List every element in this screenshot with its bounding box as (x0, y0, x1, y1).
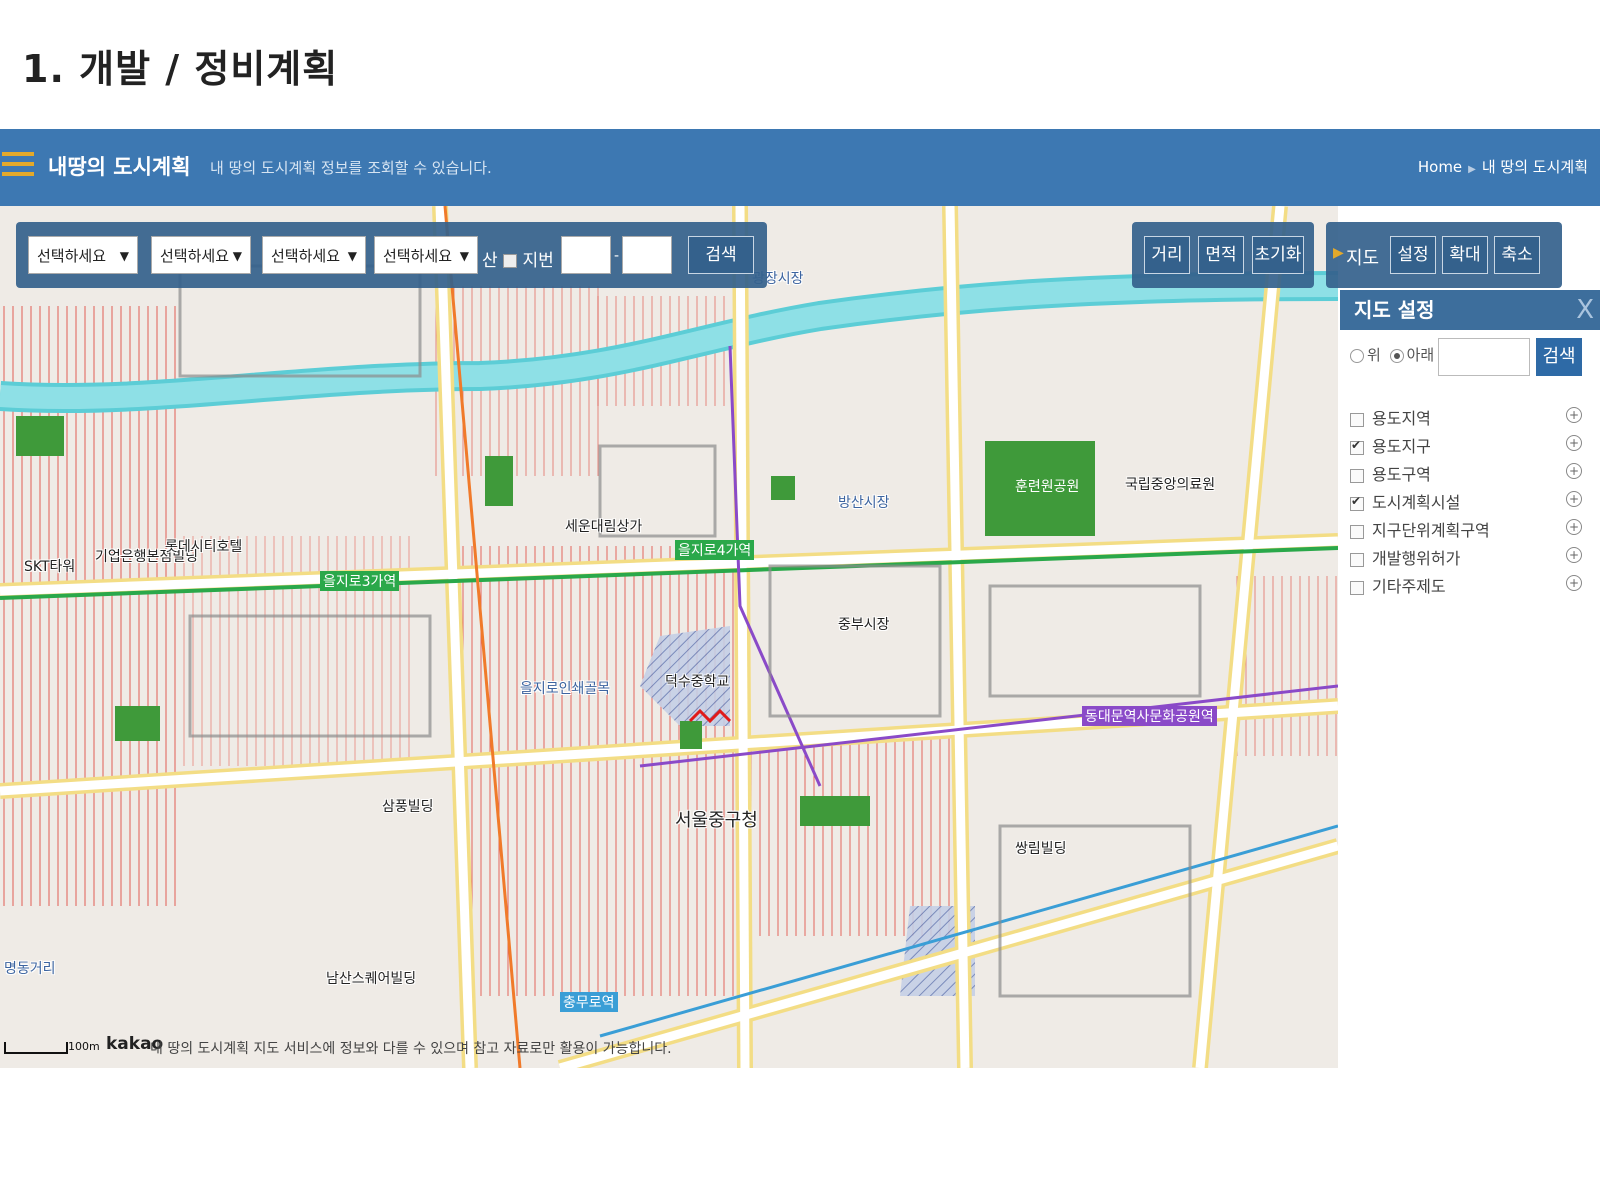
map-label: 서울중구청 (675, 810, 758, 831)
close-icon[interactable]: X (1576, 290, 1594, 330)
slide-title: 1. 개발 / 정비계획 (22, 47, 339, 91)
caret-down-icon: ▼ (119, 249, 129, 263)
map-label: 세운대림상가 (565, 519, 643, 535)
plus-icon[interactable]: + (1566, 519, 1582, 535)
position-radio-group: 위 아래 (1350, 344, 1434, 365)
layer-checkbox[interactable] (1350, 580, 1364, 595)
map-graphics (0, 206, 1338, 1068)
app-header: 내땅의 도시계획 내 땅의 도시계획 정보를 조회할 수 있습니다. Home ▶… (0, 129, 1600, 206)
panel-search-input[interactable] (1438, 338, 1530, 376)
mountain-checkbox[interactable] (503, 254, 518, 268)
settings-button[interactable]: 설정 (1390, 236, 1436, 274)
panel-title: 지도 설정 (1354, 298, 1435, 322)
breadcrumb: Home ▶ 내 땅의 도시계획 (1418, 156, 1588, 177)
breadcrumb-home[interactable]: Home (1418, 158, 1462, 176)
mountain-label: 산 (482, 251, 498, 271)
map-label: 을지로4가역 (675, 540, 755, 560)
map-disclaimer: 내 땅의 도시계획 지도 서비스에 정보와 다를 수 있으며 참고 자료로만 활… (150, 1041, 672, 1057)
layer-item[interactable]: 개발행위허가 + (1350, 545, 1582, 568)
caret-down-icon: ▼ (232, 249, 242, 263)
chevron-right-icon: ▶ (1468, 164, 1476, 175)
layer-item[interactable]: 용도구역 + (1350, 461, 1582, 484)
caret-down-icon: ▼ (459, 249, 469, 263)
layer-item[interactable]: 지구단위계획구역 + (1350, 517, 1582, 540)
address-search-toolbar: 선택하세요 ▼ 선택하세요 ▼ 선택하세요 ▼ 선택하세요 ▼ 산 지번 - 검색 (16, 222, 767, 288)
lot-sub-input[interactable] (622, 236, 672, 274)
map-canvas[interactable]: 세운대림상가 을지로3가역 을지로4가역 서울중구청 덕수중학교 중부시장 방산… (0, 206, 1338, 1068)
zoom-out-button[interactable]: 축소 (1494, 236, 1540, 274)
distance-button[interactable]: 거리 (1144, 236, 1190, 274)
plus-icon[interactable]: + (1566, 463, 1582, 479)
reset-button[interactable]: 초기화 (1252, 236, 1304, 274)
layer-checkbox[interactable] (1350, 524, 1364, 539)
radio-below-label: 아래 (1406, 346, 1435, 364)
map-label: 덕수중학교 (665, 674, 730, 690)
scale-bar (4, 1042, 68, 1054)
plus-icon[interactable]: + (1566, 575, 1582, 591)
zoom-in-button[interactable]: 확대 (1442, 236, 1488, 274)
measure-toolbar: 거리 면적 초기화 (1132, 222, 1314, 288)
map-label: 방산시장 (838, 495, 890, 511)
map-label: 쌍림빌딩 (1015, 841, 1067, 857)
map-label: 을지로3가역 (320, 571, 400, 591)
plus-icon[interactable]: + (1566, 547, 1582, 563)
layer-item[interactable]: 기타주제도 + (1350, 573, 1582, 596)
map-label: SKT타워 (24, 559, 76, 575)
ri-select[interactable]: 선택하세요 ▼ (374, 236, 478, 274)
lot-main-input[interactable] (561, 236, 611, 274)
map-tools-label: 지도 (1346, 248, 1380, 269)
app-title: 내땅의 도시계획 (48, 155, 191, 179)
plus-icon[interactable]: + (1566, 491, 1582, 507)
map-label: 남산스퀘어빌딩 (326, 971, 417, 987)
breadcrumb-current[interactable]: 내 땅의 도시계획 (1482, 158, 1588, 176)
map-label: 동대문역사문화공원역 (1082, 706, 1217, 726)
panel-search-button[interactable]: 검색 (1536, 338, 1582, 376)
layer-checkbox[interactable] (1350, 438, 1364, 455)
lot-label: 지번 (522, 251, 554, 271)
map-label: 훈련원공원 (1015, 479, 1080, 495)
radio-below[interactable] (1389, 348, 1404, 363)
layer-checkbox[interactable] (1350, 494, 1364, 511)
app-subtitle: 내 땅의 도시계획 정보를 조회할 수 있습니다. (210, 159, 492, 177)
menu-icon[interactable] (2, 152, 34, 178)
layer-item[interactable]: 도시계획시설+ (1350, 489, 1582, 512)
lot-separator: - (614, 248, 620, 264)
map-label: 중부시장 (838, 617, 890, 633)
plus-icon[interactable]: + (1566, 435, 1582, 451)
radio-above[interactable] (1350, 348, 1364, 363)
caret-right-icon: ▶ (1333, 245, 1344, 261)
map-label: 삼풍빌딩 (382, 799, 434, 815)
layer-item[interactable]: 용도지구+ (1350, 433, 1582, 456)
map-toolbar: ▶ 지도 설정 확대 축소 (1326, 222, 1562, 288)
layer-checkbox[interactable] (1350, 552, 1364, 567)
sigungu-select[interactable]: 선택하세요 ▼ (151, 236, 251, 274)
area-button[interactable]: 면적 (1198, 236, 1244, 274)
layer-item[interactable]: 용도지역 + (1350, 405, 1582, 428)
plus-icon[interactable]: + (1566, 407, 1582, 423)
caret-down-icon: ▼ (347, 249, 357, 263)
radio-above-label: 위 (1367, 346, 1381, 364)
panel-header: 지도 설정 X (1340, 290, 1600, 330)
map-settings-panel: 지도 설정 X 위 아래 검색 용도지역+ 용도지구+ 용도구역+ 도시계획시설… (1340, 290, 1600, 620)
map-label: 국립중앙의료원 (1125, 477, 1216, 493)
search-button[interactable]: 검색 (688, 236, 754, 274)
map-label: 충무로역 (560, 992, 618, 1012)
map-label: 명동거리 (4, 961, 56, 977)
layer-checkbox[interactable] (1350, 412, 1364, 427)
scale-label: 100m (68, 1040, 100, 1053)
sido-select[interactable]: 선택하세요 ▼ (28, 236, 138, 274)
map-label: 을지로인쇄골목 (520, 681, 611, 697)
layer-checkbox[interactable] (1350, 468, 1364, 483)
dong-select[interactable]: 선택하세요 ▼ (262, 236, 366, 274)
map-label: 롯데시티호텔 (165, 539, 243, 555)
